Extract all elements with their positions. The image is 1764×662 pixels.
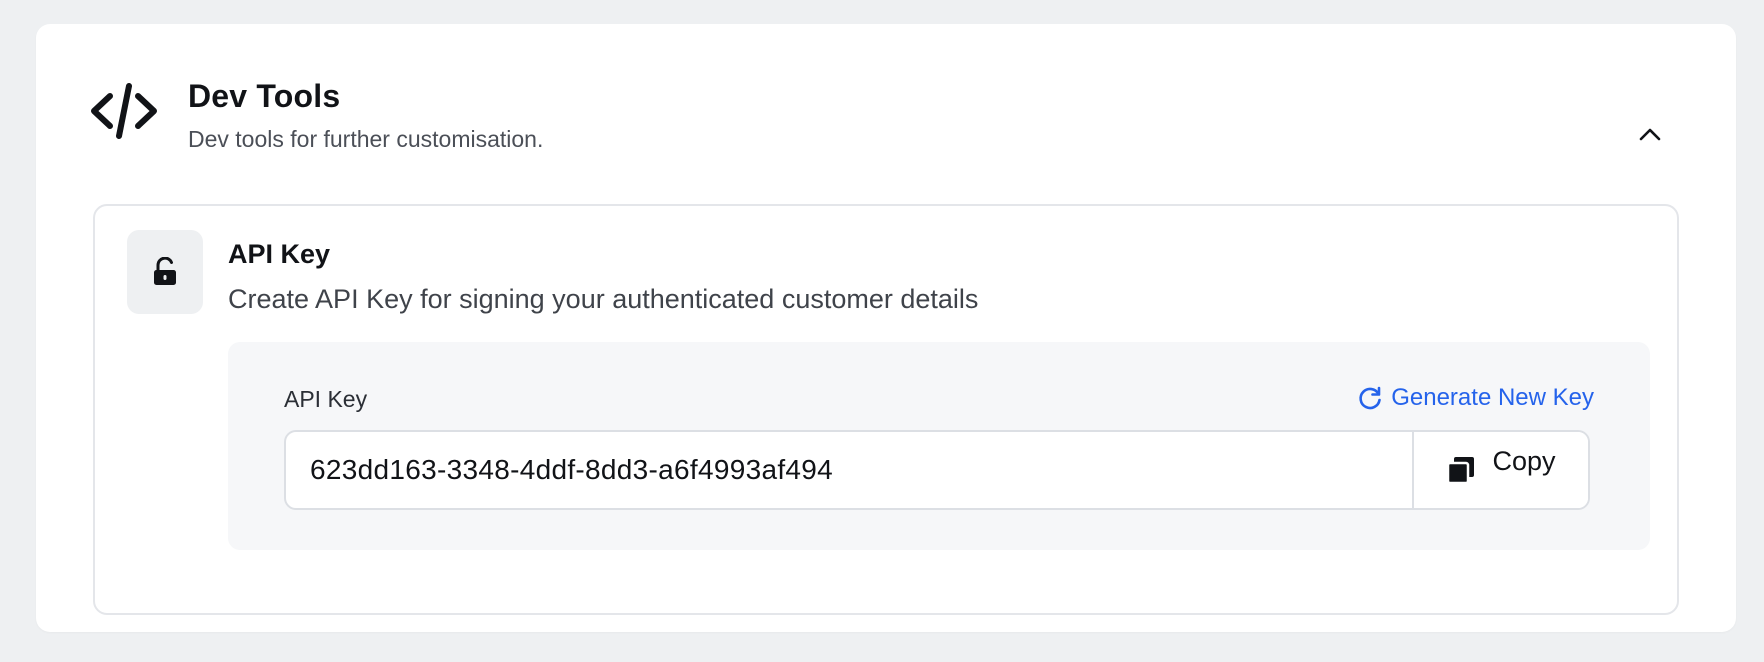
dev-tools-card: Dev Tools Dev tools for further customis… <box>36 24 1736 632</box>
api-key-card: API Key Create API Key for signing your … <box>93 204 1679 615</box>
collapse-button[interactable] <box>1630 114 1670 154</box>
generate-new-key-label: Generate New Key <box>1391 384 1594 411</box>
api-key-panel: API Key Generate New Key 623dd163-3348-4… <box>228 342 1650 550</box>
api-key-field-label: API Key <box>284 386 368 412</box>
copy-button[interactable]: Copy <box>1412 432 1588 508</box>
api-key-title: API Key <box>228 239 331 269</box>
generate-new-key-button[interactable]: Generate New Key <box>1357 384 1594 412</box>
code-icon <box>90 82 158 140</box>
api-key-value[interactable]: 623dd163-3348-4ddf-8dd3-a6f4993af494 <box>286 432 1412 508</box>
unlock-icon <box>127 230 203 314</box>
copy-label: Copy <box>1492 445 1556 476</box>
copy-icon <box>1447 457 1475 485</box>
api-key-description: Create API Key for signing your authenti… <box>228 284 979 314</box>
chevron-up-icon <box>1639 128 1661 141</box>
refresh-icon <box>1359 386 1382 410</box>
section-description: Dev tools for further customisation. <box>188 126 544 152</box>
section-title: Dev Tools <box>188 78 341 114</box>
api-key-field: 623dd163-3348-4ddf-8dd3-a6f4993af494 Cop… <box>284 430 1590 510</box>
